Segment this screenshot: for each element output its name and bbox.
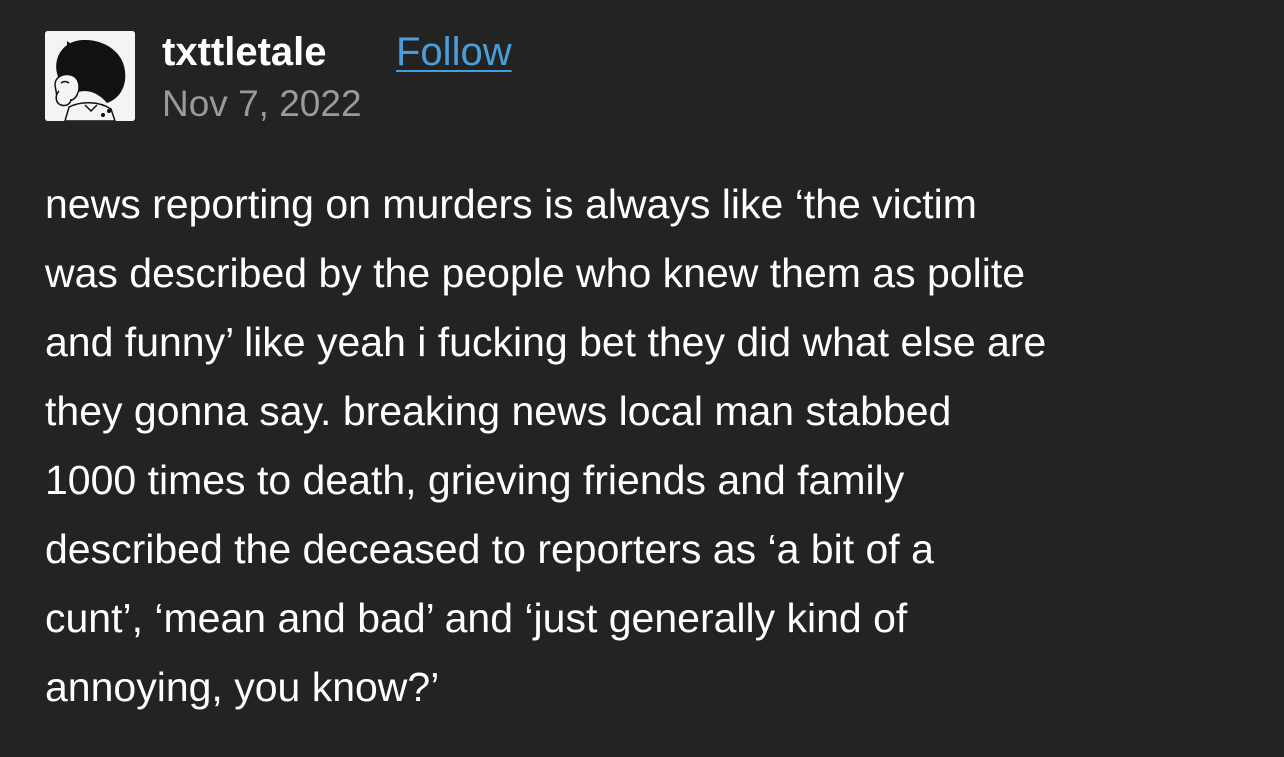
avatar-illustration-icon [45, 31, 135, 121]
post-body-line: described the deceased to reporters as ‘… [45, 526, 934, 572]
post-body-line: news reporting on murders is always like… [45, 181, 977, 227]
post-date[interactable]: Nov 7, 2022 [162, 82, 362, 126]
follow-button[interactable]: Follow [396, 28, 512, 76]
post-body-line: cunt’, ‘mean and bad’ and ‘just generall… [45, 595, 908, 641]
username[interactable]: txttletale [162, 28, 327, 76]
post-body-line: annoying, you know?’ [45, 664, 440, 710]
avatar[interactable] [45, 31, 135, 121]
post-body-line: 1000 times to death, grieving friends an… [45, 457, 905, 503]
post-body: news reporting on murders is always like… [45, 170, 1260, 722]
post-card: txttletale Follow Nov 7, 2022 news repor… [0, 0, 1284, 757]
post-body-line: was described by the people who knew the… [45, 250, 1026, 296]
post-body-line: and funny’ like yeah i fucking bet they … [45, 319, 1047, 365]
post-body-line: they gonna say. breaking news local man … [45, 388, 952, 434]
